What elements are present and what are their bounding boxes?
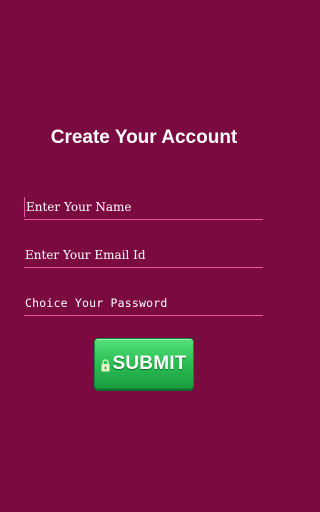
create-account-screen: Create Your Account SUBMIT <box>0 0 288 512</box>
lock-icon <box>101 359 110 372</box>
name-input[interactable] <box>24 197 265 217</box>
page-title: Create Your Account <box>50 127 238 148</box>
name-field[interactable] <box>24 197 265 220</box>
email-input[interactable] <box>24 245 264 265</box>
submit-label: SUBMIT <box>112 352 187 374</box>
submit-button[interactable]: SUBMIT <box>94 338 194 389</box>
email-field[interactable] <box>24 245 264 268</box>
password-field[interactable] <box>24 293 264 316</box>
password-input[interactable] <box>24 293 264 313</box>
